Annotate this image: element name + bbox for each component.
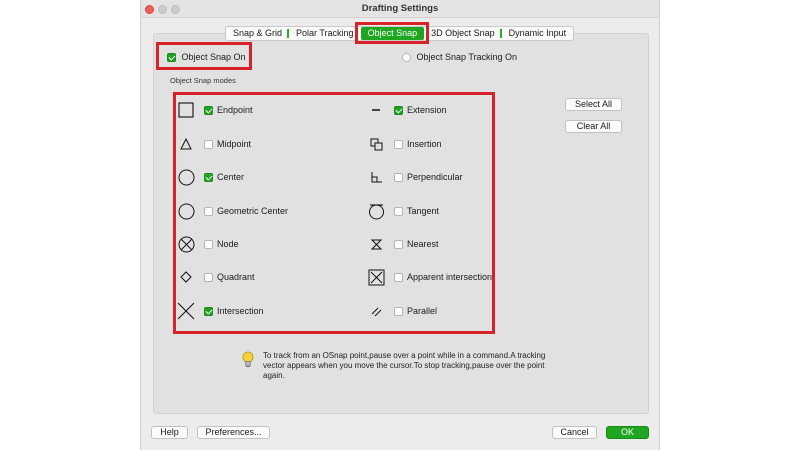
insertion-icon xyxy=(367,135,385,153)
geometric-center-checkbox[interactable] xyxy=(204,206,213,216)
intersection-label: Intersection xyxy=(217,306,264,316)
quadrant-label: Quadrant xyxy=(217,272,255,282)
clear-all-button[interactable]: Clear All xyxy=(565,120,622,133)
mode-perpendicular[interactable]: Perpendicular xyxy=(367,167,463,187)
center-icon xyxy=(177,168,195,186)
tangent-label: Tangent xyxy=(407,206,440,216)
title-bar: Drafting Settings xyxy=(141,0,659,18)
mode-geometric-center[interactable]: Geometric Center xyxy=(177,201,288,221)
geometric-center-icon xyxy=(177,202,195,220)
object-snap-tracking-on-label: Object Snap Tracking On xyxy=(416,52,518,62)
node-icon xyxy=(177,235,195,253)
tangent-checkbox[interactable] xyxy=(394,206,403,216)
nearest-checkbox[interactable] xyxy=(394,239,403,249)
mode-extension[interactable]: Extension xyxy=(367,100,447,120)
lightbulb-icon xyxy=(242,351,254,369)
center-checkbox[interactable] xyxy=(204,172,213,182)
tracking-tip-text: To track from an OSnap point,pause over … xyxy=(263,351,546,380)
tab-snap-grid[interactable]: Snap & Grid xyxy=(226,27,290,40)
object-snap-tracking-on-check[interactable] xyxy=(402,53,411,63)
tab-polar-tracking[interactable]: Polar Tracking xyxy=(289,27,361,40)
apparent-intersection-label: Apparent intersection xyxy=(407,272,493,282)
midpoint-label: Midpoint xyxy=(217,139,252,149)
object-snap-modes-label: Object Snap modes xyxy=(170,76,236,85)
preferences-button[interactable]: Preferences... xyxy=(197,426,270,439)
insertion-label: Insertion xyxy=(407,139,442,149)
nearest-label: Nearest xyxy=(407,239,439,249)
quadrant-icon xyxy=(177,268,195,286)
parallel-label: Parallel xyxy=(407,306,438,316)
tangent-icon xyxy=(367,202,385,220)
tab-3d-object-snap[interactable]: 3D Object Snap xyxy=(424,27,502,40)
perpendicular-checkbox[interactable] xyxy=(394,172,403,182)
extension-icon xyxy=(367,101,385,119)
perpendicular-label: Perpendicular xyxy=(407,172,463,182)
intersection-checkbox[interactable] xyxy=(204,306,213,316)
insertion-checkbox[interactable] xyxy=(394,139,403,149)
cancel-button[interactable]: Cancel xyxy=(552,426,597,439)
drafting-settings-window: Drafting Settings Snap & Grid Polar Trac… xyxy=(140,0,660,450)
center-label: Center xyxy=(217,172,245,182)
perpendicular-icon xyxy=(367,168,385,186)
extension-checkbox[interactable] xyxy=(394,105,403,115)
endpoint-icon xyxy=(177,101,195,119)
midpoint-checkbox[interactable] xyxy=(204,139,213,149)
node-checkbox[interactable] xyxy=(204,239,213,249)
mode-tangent[interactable]: Tangent xyxy=(367,201,439,221)
mode-insertion[interactable]: Insertion xyxy=(367,134,442,154)
nearest-icon xyxy=(367,235,385,253)
mode-midpoint[interactable]: Midpoint xyxy=(177,134,251,154)
apparent-intersection-icon xyxy=(367,268,385,286)
mode-center[interactable]: Center xyxy=(177,167,244,187)
intersection-icon xyxy=(177,302,195,320)
midpoint-icon xyxy=(177,135,195,153)
ok-button[interactable]: OK xyxy=(606,426,649,439)
mode-nearest[interactable]: Nearest xyxy=(367,234,439,254)
parallel-icon xyxy=(367,302,385,320)
node-label: Node xyxy=(217,239,239,249)
extension-label: Extension xyxy=(407,105,447,115)
mode-parallel[interactable]: Parallel xyxy=(367,301,437,321)
endpoint-checkbox[interactable] xyxy=(204,105,213,115)
object-snap-tracking-on-checkbox[interactable]: Object Snap Tracking On xyxy=(402,52,518,63)
help-button[interactable]: Help xyxy=(151,426,188,439)
geometric-center-label: Geometric Center xyxy=(217,206,289,216)
select-all-button[interactable]: Select All xyxy=(565,98,622,111)
mode-apparent-intersection[interactable]: Apparent intersection xyxy=(367,267,492,287)
mode-quadrant[interactable]: Quadrant xyxy=(177,267,255,287)
object-snap-tab-highlight xyxy=(355,22,429,44)
endpoint-label: Endpoint xyxy=(217,105,253,115)
window-title: Drafting Settings xyxy=(361,3,439,14)
mode-endpoint[interactable]: Endpoint xyxy=(177,100,253,120)
apparent-intersection-checkbox[interactable] xyxy=(394,272,403,282)
mode-node[interactable]: Node xyxy=(177,234,239,254)
tab-dynamic-input[interactable]: Dynamic Input xyxy=(502,27,574,40)
mode-intersection[interactable]: Intersection xyxy=(177,301,264,321)
parallel-checkbox[interactable] xyxy=(394,306,403,316)
object-snap-on-highlight xyxy=(156,42,252,70)
quadrant-checkbox[interactable] xyxy=(204,272,213,282)
